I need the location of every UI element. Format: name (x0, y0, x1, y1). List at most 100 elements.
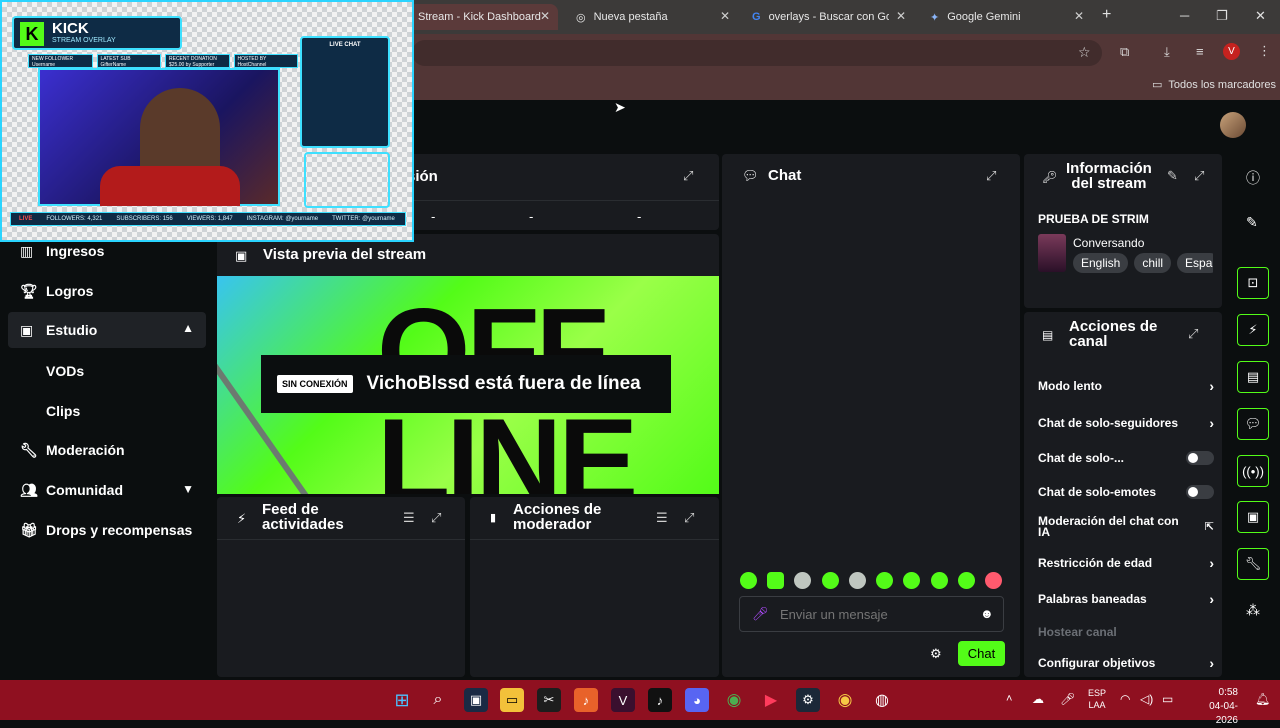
emote-icon[interactable] (821, 572, 839, 589)
emote-icon[interactable] (957, 572, 975, 589)
tag-chip[interactable]: Espa (1177, 253, 1213, 273)
rail-bolt-button[interactable]: ⚡︎ (1237, 314, 1269, 346)
action-slow-mode[interactable]: Modo lento › (1038, 378, 1214, 394)
rail-layout-button[interactable]: ▣ (1237, 501, 1269, 533)
media-player-icon[interactable]: ▶ (759, 688, 783, 712)
action-ai-moderation[interactable]: Moderación del chat con IA ⇱ (1038, 514, 1214, 540)
obs-icon[interactable]: ◍ (870, 688, 894, 712)
minimize-icon[interactable]: ─ (1180, 8, 1189, 23)
battery-icon[interactable]: ▭ (1162, 692, 1173, 706)
close-tab-icon[interactable]: ✕ (720, 9, 730, 23)
info-icon[interactable]: ⓘ (1246, 168, 1260, 188)
emote-icon[interactable] (903, 572, 921, 589)
emote-icon[interactable] (848, 572, 866, 589)
capcut-icon[interactable]: ✂ (537, 688, 561, 712)
all-bookmarks[interactable]: ▭ Todos los marcadores (1152, 78, 1276, 92)
action-age-restriction[interactable]: Restricción de edad › (1038, 555, 1214, 571)
maximize-icon[interactable]: ❐ (1216, 8, 1228, 24)
expand-icon[interactable]: ⤢ (1194, 168, 1204, 184)
address-bar[interactable] (412, 40, 1102, 66)
rail-camera-button[interactable]: ⊡ (1237, 267, 1269, 299)
sidebar-item-estudio[interactable]: ▣ Estudio ▲ (8, 312, 206, 348)
rail-notes-button[interactable]: ▤ (1237, 361, 1269, 393)
tag-chip[interactable]: English (1073, 253, 1129, 273)
action-goals[interactable]: Configurar objetivos › (1038, 655, 1214, 671)
share-icon[interactable]: ⁂ (1246, 602, 1260, 619)
app-icon[interactable]: ▣ (464, 688, 488, 712)
close-tab-icon[interactable]: ✕ (896, 9, 906, 23)
overlay-live: LIVE (19, 216, 33, 222)
subs-only-toggle[interactable] (1186, 451, 1214, 465)
action-banned-words[interactable]: Palabras baneadas › (1038, 591, 1214, 607)
filter-icon[interactable]: ☰ (403, 510, 415, 526)
tab-gemini[interactable]: ✦ Google Gemini ✕ (920, 4, 1092, 30)
emotes-only-toggle[interactable] (1186, 485, 1214, 499)
emote-icon[interactable] (876, 572, 894, 589)
steam-icon[interactable]: ⚙ (796, 688, 820, 712)
expand-icon[interactable]: ⤢ (431, 510, 441, 526)
tag-chip[interactable]: chill (1134, 253, 1172, 273)
close-tab-icon[interactable]: ✕ (540, 9, 550, 23)
tab-google-search[interactable]: G overlays - Buscar con Goo ✕ (742, 4, 914, 30)
settings-icon[interactable]: ⚙ (930, 646, 942, 662)
download-icon[interactable]: ⤓ (1164, 44, 1170, 60)
search-icon[interactable]: ⌕ (426, 688, 450, 712)
tab-new-tab[interactable]: ◎ Nueva pestaña ✕ (566, 4, 738, 30)
close-window-icon[interactable]: ✕ (1255, 8, 1266, 24)
media-icon[interactable]: ≡ (1196, 44, 1204, 59)
message-field[interactable] (780, 605, 970, 623)
fl-studio-icon[interactable]: ♪ (574, 688, 598, 712)
wifi-icon[interactable]: ◠ (1120, 692, 1130, 706)
edit-icon[interactable]: ✎ (1167, 168, 1178, 184)
sidebar-item-drops[interactable]: 🎁︎ Drops y recompensas (8, 512, 206, 548)
folder-icon[interactable]: ▭ (500, 688, 524, 712)
chrome-profile-icon[interactable]: ◉ (833, 688, 857, 712)
tiktok-icon[interactable]: ♪ (648, 688, 672, 712)
close-tab-icon[interactable]: ✕ (1074, 9, 1084, 23)
expand-icon[interactable]: ⤢ (986, 168, 996, 184)
filter-icon[interactable]: ☰ (656, 510, 668, 526)
rail-broadcast-button[interactable]: ((•)) (1237, 455, 1269, 487)
chat-bubble-icon: 💬︎ (742, 168, 759, 183)
emote-icon[interactable] (794, 572, 812, 589)
emote-icon[interactable] (740, 572, 757, 589)
pencil-icon[interactable]: ✎ (1246, 214, 1258, 231)
language-indicator[interactable]: ESP LAA (1088, 687, 1106, 711)
star-icon[interactable]: ☆ (1078, 44, 1091, 61)
expand-icon[interactable]: ⤢ (684, 510, 694, 526)
clock[interactable]: 0:58 04-04-2026 (1190, 686, 1238, 728)
rail-tools-button[interactable]: 🔧︎ (1237, 548, 1269, 580)
sidebar-item-vods[interactable]: VODs (46, 363, 84, 379)
user-avatar[interactable] (1220, 112, 1246, 138)
profile-avatar[interactable]: V (1223, 43, 1240, 60)
tray-app-icon[interactable]: ☁ (1032, 692, 1044, 706)
sidebar-item-moderacion[interactable]: 🔧︎ Moderación (8, 432, 206, 468)
emote-icon[interactable] (767, 572, 785, 589)
send-chat-button[interactable]: Chat (958, 641, 1005, 666)
emoji-icon[interactable]: ☻ (980, 606, 994, 621)
category-name[interactable]: Conversando (1073, 236, 1144, 250)
tray-chevron-icon[interactable]: ˄ (1006, 693, 1012, 705)
rail-chat-button[interactable]: 💬︎ (1237, 408, 1269, 440)
tab-kick-dashboard[interactable]: Stream - Kick Dashboard ✕ (408, 4, 558, 30)
discord-icon[interactable]: ◕ (685, 688, 709, 712)
emote-icon[interactable] (930, 572, 948, 589)
menu-icon[interactable]: ⋮ (1258, 43, 1271, 59)
microphone-icon[interactable]: 🎤︎ (752, 606, 769, 622)
notifications-icon[interactable]: 🔔︎ (1255, 692, 1270, 706)
sidebar-item-logros[interactable]: 🏆︎ Logros (8, 273, 206, 309)
action-followers-only[interactable]: Chat de solo-seguidores › (1038, 415, 1214, 431)
microphone-tray-icon[interactable]: 🎤︎ (1060, 692, 1075, 706)
emote-icon[interactable] (984, 572, 1002, 589)
chrome-icon[interactable]: ◉ (722, 688, 746, 712)
sidebar-item-comunidad[interactable]: 👥︎ Comunidad ▼ (8, 472, 206, 508)
extensions-icon[interactable]: ⧉ (1120, 44, 1129, 60)
expand-icon[interactable]: ⤢ (1188, 326, 1198, 342)
volume-icon[interactable]: ◁) (1140, 692, 1153, 706)
windows-start-icon[interactable]: ⊞ (390, 688, 414, 712)
sidebar-item-clips[interactable]: Clips (46, 403, 80, 419)
new-tab-button[interactable]: + (1102, 6, 1111, 24)
expand-icon[interactable]: ⤢ (683, 168, 693, 184)
vegas-icon[interactable]: V (611, 688, 635, 712)
chat-input[interactable]: 🎤︎ ☻ (739, 596, 1004, 632)
